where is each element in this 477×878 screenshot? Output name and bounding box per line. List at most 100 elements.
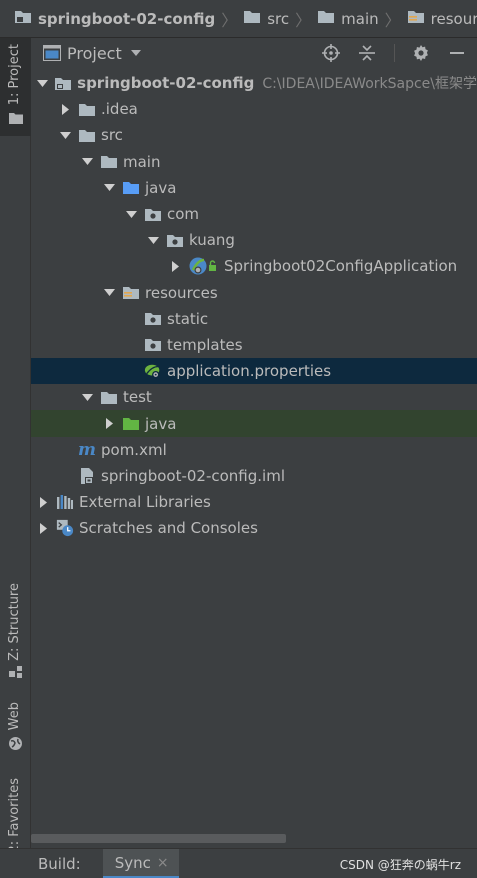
tree-row-java-main[interactable]: java: [31, 175, 477, 201]
project-view-selector[interactable]: Project: [43, 44, 141, 63]
tab-web-label: Web: [7, 702, 22, 731]
tab-project[interactable]: 1: Project: [0, 38, 31, 136]
left-tool-strip: 1: Project Z: Structure Web 2: Favorites: [0, 38, 31, 878]
tree-row-label: application.properties: [167, 362, 332, 381]
tree-row-label: External Libraries: [79, 493, 211, 512]
watermark: CSDN @狂奔の蜗牛rz: [339, 858, 461, 872]
tree-row-java-test[interactable]: java: [31, 410, 477, 437]
folder-icon: [317, 9, 335, 28]
resources-folder-icon: [407, 9, 425, 28]
tab-sync[interactable]: Sync ×: [102, 849, 179, 878]
folder-icon: [100, 388, 118, 406]
horizontal-scrollbar[interactable]: [31, 834, 286, 843]
tab-web[interactable]: Web: [0, 700, 31, 760]
chevron-down-icon[interactable]: [102, 184, 116, 192]
tree-row-label: Springboot02ConfigApplication: [224, 257, 458, 276]
tree-row-application-class[interactable]: Springboot02ConfigApplication: [31, 253, 477, 279]
libraries-icon: [56, 493, 74, 511]
chevron-down-icon[interactable]: [80, 393, 94, 401]
tree-row-resources[interactable]: resources: [31, 280, 477, 306]
tab-structure[interactable]: Z: Structure: [0, 581, 31, 683]
breadcrumb-item-resources[interactable]: resources: [407, 9, 477, 28]
tree-row-label: pom.xml: [101, 440, 167, 459]
collapse-all-icon[interactable]: [357, 43, 377, 63]
breadcrumb-item-main[interactable]: main: [317, 9, 379, 28]
tree-row-src[interactable]: src: [31, 122, 477, 148]
folder-icon: [78, 100, 96, 118]
close-icon[interactable]: ×: [157, 855, 169, 871]
tree-row-label: resources: [145, 283, 218, 302]
chevron-down-icon[interactable]: [124, 210, 138, 218]
folder-icon: [78, 126, 96, 144]
folder-icon: [243, 9, 261, 28]
tree-row-project-root[interactable]: springboot-02-config C:\IDEA\IDEAWorkSap…: [31, 70, 477, 96]
spring-properties-icon: [144, 362, 162, 380]
module-folder-icon: [54, 74, 72, 92]
tree-row-label: java: [145, 414, 177, 433]
tree-row-label: templates: [167, 335, 243, 354]
chevron-right-icon[interactable]: [168, 260, 182, 272]
build-tool-bar: Build: Sync × CSDN @狂奔の蜗牛rz: [0, 848, 477, 878]
breadcrumb-item-src[interactable]: src: [243, 9, 289, 28]
gear-icon[interactable]: [411, 43, 431, 63]
tree-row-iml[interactable]: springboot-02-config.iml: [31, 463, 477, 489]
panel-header-actions: [321, 38, 467, 68]
globe-icon: [8, 736, 23, 755]
chevron-right-icon[interactable]: [36, 496, 50, 508]
tree-row-pom[interactable]: m pom.xml: [31, 437, 477, 463]
tree-row-com[interactable]: com: [31, 201, 477, 227]
scratches-icon: [56, 519, 74, 537]
package-icon: [144, 310, 162, 328]
chevron-down-icon[interactable]: [146, 236, 160, 244]
project-path: C:\IDEA\IDEAWorkSapce\框架学: [262, 76, 477, 93]
chevron-down-icon[interactable]: [102, 289, 116, 297]
maven-icon: m: [78, 439, 96, 460]
chevron-right-icon[interactable]: [58, 103, 72, 115]
source-folder-icon: [122, 179, 140, 197]
tab-favorites-label: 2: Favorites: [7, 778, 22, 854]
module-file-icon: [78, 467, 96, 485]
chevron-down-icon[interactable]: [58, 131, 72, 139]
project-panel-header: Project: [31, 38, 477, 68]
folder-icon: [9, 110, 23, 128]
divider: [393, 43, 395, 63]
tree-row-external-libraries[interactable]: External Libraries: [31, 489, 477, 515]
tree-row-kuang[interactable]: kuang: [31, 227, 477, 253]
locate-icon[interactable]: [321, 43, 341, 63]
breadcrumb: springboot-02-config 〉 src 〉 main 〉 reso…: [0, 0, 477, 38]
tree-row-label: Scratches and Consoles: [79, 519, 258, 538]
tree-row-label: kuang: [189, 231, 235, 250]
folder-icon: [100, 153, 118, 171]
tree-row-static[interactable]: static: [31, 306, 477, 332]
structure-icon: [9, 665, 23, 683]
tree-row-label: main: [123, 152, 161, 171]
package-icon: [144, 336, 162, 354]
tree-row-scratches[interactable]: Scratches and Consoles: [31, 515, 477, 541]
tree-row-idea[interactable]: .idea: [31, 96, 477, 122]
resources-folder-icon: [122, 284, 140, 302]
tree-row-templates[interactable]: templates: [31, 332, 477, 358]
project-panel-icon: [43, 45, 61, 61]
project-tree: springboot-02-config C:\IDEA\IDEAWorkSap…: [31, 70, 477, 541]
tree-row-label: java: [145, 178, 177, 197]
package-icon: [166, 231, 184, 249]
breadcrumb-separator: 〉: [295, 10, 312, 30]
tab-project-label: 1: Project: [7, 44, 22, 106]
tree-row-main[interactable]: main: [31, 149, 477, 175]
tree-row-label: static: [167, 309, 209, 328]
tree-row-application-properties[interactable]: application.properties: [31, 358, 477, 385]
tree-row-label: .idea: [101, 100, 138, 119]
tree-row-label: springboot-02-config.iml: [101, 466, 285, 485]
spring-boot-class-icon: [188, 257, 218, 275]
module-folder-icon: [14, 9, 32, 28]
package-icon: [144, 205, 162, 223]
chevron-right-icon[interactable]: [102, 418, 116, 430]
chevron-right-icon[interactable]: [36, 522, 50, 534]
tree-row-test[interactable]: test: [31, 384, 477, 410]
tab-structure-label: Z: Structure: [7, 583, 22, 661]
chevron-down-icon[interactable]: [80, 158, 94, 166]
tree-row-label: src: [101, 126, 123, 145]
breadcrumb-item-project[interactable]: springboot-02-config: [14, 9, 215, 28]
minimize-icon[interactable]: [447, 43, 467, 63]
chevron-down-icon[interactable]: [36, 79, 48, 87]
